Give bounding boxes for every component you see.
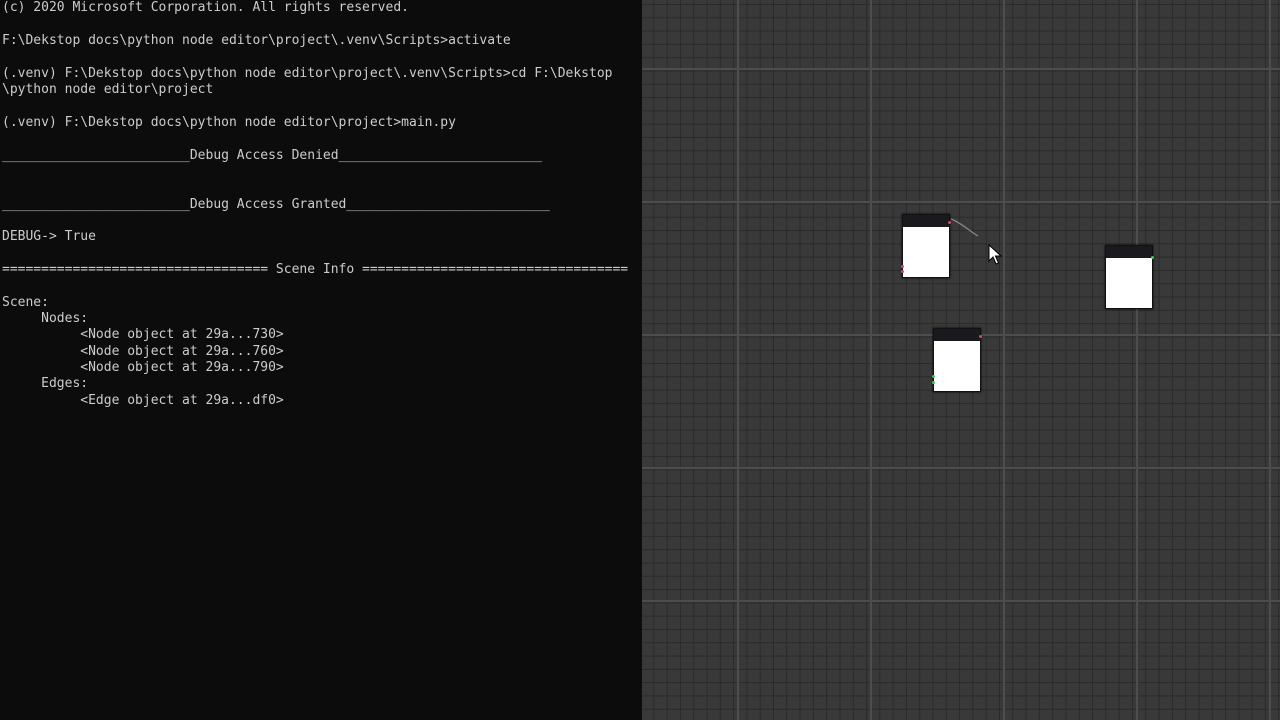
- terminal-line: <Node object at 29a...790>: [2, 360, 284, 375]
- input-socket[interactable]: [932, 375, 935, 378]
- terminal-line: \python node editor\project: [2, 82, 214, 97]
- terminal-line: (.venv) F:\Dekstop docs\python node edit…: [2, 66, 613, 81]
- terminal-line: DEBUG-> True: [2, 229, 96, 244]
- terminal-line: ________________________Debug Access Gra…: [2, 197, 550, 212]
- input-socket[interactable]: [901, 265, 904, 268]
- terminal-line: ________________________Debug Access Den…: [2, 148, 543, 163]
- terminal-line: ================================== Scene…: [2, 262, 629, 277]
- node-title-bar[interactable]: [903, 215, 949, 227]
- input-socket[interactable]: [901, 270, 904, 273]
- terminal-line: Scene:: [2, 295, 49, 310]
- node-title-bar[interactable]: [1106, 246, 1152, 258]
- terminal-window[interactable]: (c) 2020 Microsoft Corporation. All righ…: [0, 0, 642, 720]
- terminal-line: <Edge object at 29a...df0>: [2, 393, 284, 408]
- node-1[interactable]: [901, 214, 951, 278]
- output-socket[interactable]: [979, 335, 982, 338]
- terminal-line: F:\Dekstop docs\python node editor\proje…: [2, 33, 511, 48]
- terminal-line: <Node object at 29a...760>: [2, 344, 284, 359]
- arrow-cursor-icon: [988, 244, 1002, 265]
- terminal-line: Edges:: [2, 376, 89, 391]
- node-3[interactable]: [932, 328, 982, 392]
- input-socket[interactable]: [932, 381, 935, 384]
- terminal-line: (c) 2020 Microsoft Corporation. All righ…: [2, 0, 409, 15]
- output-socket[interactable]: [948, 221, 951, 224]
- terminal-line: Nodes:: [2, 311, 89, 326]
- node-2[interactable]: [1105, 245, 1154, 309]
- node-title-bar[interactable]: [934, 329, 980, 341]
- node-editor-canvas[interactable]: [642, 0, 1280, 720]
- output-socket[interactable]: [1151, 256, 1154, 259]
- terminal-line: <Node object at 29a...730>: [2, 327, 284, 342]
- terminal-line: (.venv) F:\Dekstop docs\python node edit…: [2, 115, 456, 130]
